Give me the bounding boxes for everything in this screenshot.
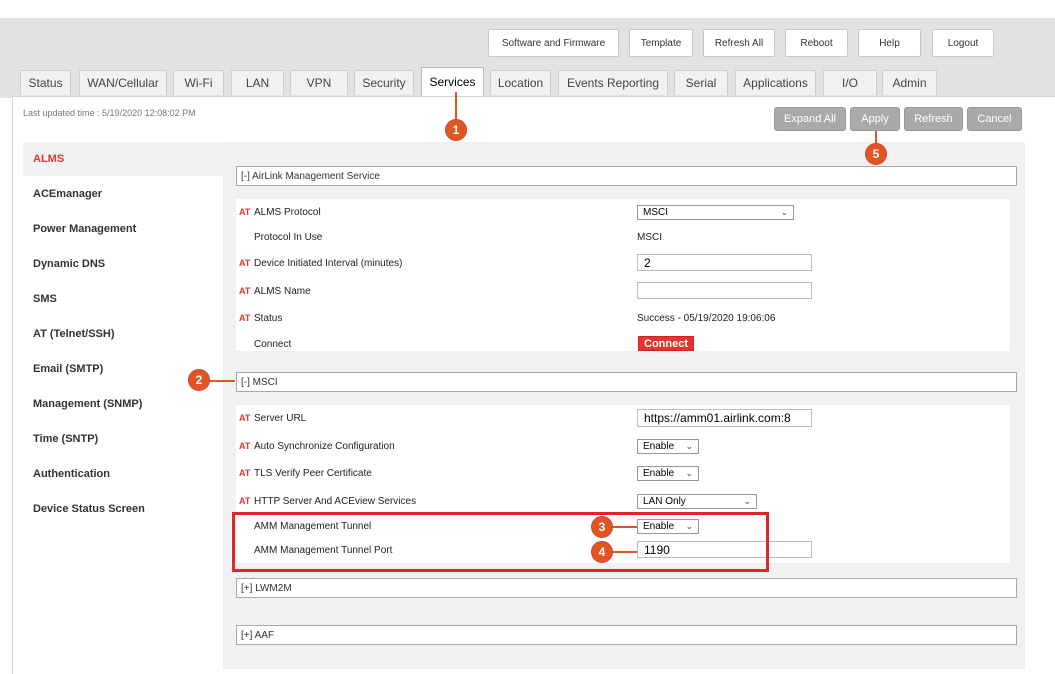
last-updated-text: Last updated time : 5/19/2020 12:08:02 P…: [23, 108, 196, 118]
alms-protocol-label: ALMS Protocol: [254, 207, 321, 218]
tls-verify-select[interactable]: Enable ⌄: [637, 466, 699, 481]
tab-admin[interactable]: Admin: [882, 70, 937, 95]
callout-line: [611, 551, 637, 553]
chevron-down-icon: ⌄: [685, 441, 693, 451]
chevron-down-icon: ⌄: [743, 496, 751, 506]
at-badge: AT: [239, 496, 251, 506]
nav-item-time-sntp[interactable]: Time (SNTP): [33, 433, 98, 445]
connect-label: Connect: [254, 339, 292, 350]
refresh-button[interactable]: Refresh: [904, 107, 963, 131]
tab-status[interactable]: Status: [20, 70, 71, 95]
auto-sync-label: Auto Synchronize Configuration: [254, 441, 395, 452]
callout-4: 4: [591, 541, 613, 563]
callout-3: 3: [591, 516, 613, 538]
nav-item-at-telnet-ssh[interactable]: AT (Telnet/SSH): [33, 328, 114, 340]
nav-item-management-snmp[interactable]: Management (SNMP): [33, 398, 142, 410]
protocol-in-use-value: MSCI: [637, 232, 662, 243]
device-interval-input[interactable]: 2: [637, 254, 812, 271]
tab-wifi[interactable]: Wi-Fi: [173, 70, 224, 95]
nav-item-alms[interactable]: ALMS: [33, 153, 64, 165]
nav-item-power-management[interactable]: Power Management: [33, 223, 136, 235]
cancel-button[interactable]: Cancel: [967, 107, 1022, 131]
server-url-label: Server URL: [254, 413, 307, 424]
tab-applications[interactable]: Applications: [735, 70, 816, 95]
callout-line: [455, 92, 457, 120]
tab-services[interactable]: Services: [421, 67, 484, 96]
tab-events-reporting[interactable]: Events Reporting: [558, 70, 668, 95]
nav-item-dynamic-dns[interactable]: Dynamic DNS: [33, 258, 105, 270]
highlight-box: [232, 512, 769, 572]
help-button[interactable]: Help: [858, 29, 921, 57]
at-badge: AT: [239, 441, 251, 451]
tab-serial[interactable]: Serial: [674, 70, 728, 95]
refresh-all-button[interactable]: Refresh All: [703, 29, 775, 57]
tab-lan[interactable]: LAN: [231, 70, 284, 95]
tab-vpn[interactable]: VPN: [290, 70, 348, 95]
section-lwm2m-header[interactable]: [+] LWM2M: [236, 578, 1017, 598]
tab-location[interactable]: Location: [490, 70, 551, 95]
tab-security[interactable]: Security: [354, 70, 414, 95]
nav-item-acemanager[interactable]: ACEmanager: [33, 188, 102, 200]
section-aaf-header[interactable]: [+] AAF: [236, 625, 1017, 645]
at-badge: AT: [239, 207, 251, 217]
expand-all-button[interactable]: Expand All: [774, 107, 846, 131]
alms-name-input[interactable]: [637, 282, 812, 299]
template-button[interactable]: Template: [629, 29, 693, 57]
callout-5: 5: [865, 143, 887, 165]
nav-item-email-smtp[interactable]: Email (SMTP): [33, 363, 103, 375]
http-server-select[interactable]: LAN Only ⌄: [637, 494, 757, 509]
nav-item-authentication[interactable]: Authentication: [33, 468, 110, 480]
section-msci-header[interactable]: [-] MSCI: [236, 372, 1017, 392]
callout-line: [611, 526, 637, 528]
nav-item-sms[interactable]: SMS: [33, 293, 57, 305]
tab-io[interactable]: I/O: [823, 70, 877, 95]
at-badge: AT: [239, 313, 251, 323]
protocol-in-use-label: Protocol In Use: [254, 232, 323, 243]
chevron-down-icon: ⌄: [685, 468, 693, 478]
http-server-label: HTTP Server And ACEview Services: [254, 496, 417, 507]
status-value: Success - 05/19/2020 19:06:06: [637, 313, 776, 324]
at-badge: AT: [239, 286, 251, 296]
reboot-button[interactable]: Reboot: [785, 29, 848, 57]
alms-name-label: ALMS Name: [254, 286, 311, 297]
nav-item-device-status-screen[interactable]: Device Status Screen: [33, 503, 145, 515]
alms-protocol-value: MSCI: [643, 207, 668, 218]
software-firmware-button[interactable]: Software and Firmware: [488, 29, 619, 57]
status-label: Status: [254, 313, 283, 324]
alms-protocol-select[interactable]: MSCI ⌄: [637, 205, 794, 220]
chevron-down-icon: ⌄: [780, 207, 788, 217]
section-alms-header[interactable]: [-] AirLink Management Service: [236, 166, 1017, 186]
callout-1: 1: [445, 119, 467, 141]
at-badge: AT: [239, 413, 251, 423]
tls-verify-label: TLS Verify Peer Certificate: [254, 468, 372, 479]
logout-button[interactable]: Logout: [932, 29, 994, 57]
connect-button[interactable]: Connect: [638, 336, 694, 351]
auto-sync-value: Enable: [643, 441, 675, 452]
alms-rows-panel: [236, 199, 1010, 351]
auto-sync-select[interactable]: Enable ⌄: [637, 439, 699, 454]
device-interval-label: Device Initiated Interval (minutes): [254, 258, 403, 269]
apply-button[interactable]: Apply: [850, 107, 900, 131]
callout-2: 2: [188, 369, 210, 391]
tls-verify-value: Enable: [643, 468, 675, 479]
at-badge: AT: [239, 468, 251, 478]
server-url-input[interactable]: https://amm01.airlink.com:8: [637, 409, 812, 427]
at-badge: AT: [239, 258, 251, 268]
http-server-value: LAN Only: [643, 496, 686, 507]
tab-wan-cellular[interactable]: WAN/Cellular: [79, 70, 167, 95]
callout-line: [209, 380, 235, 382]
